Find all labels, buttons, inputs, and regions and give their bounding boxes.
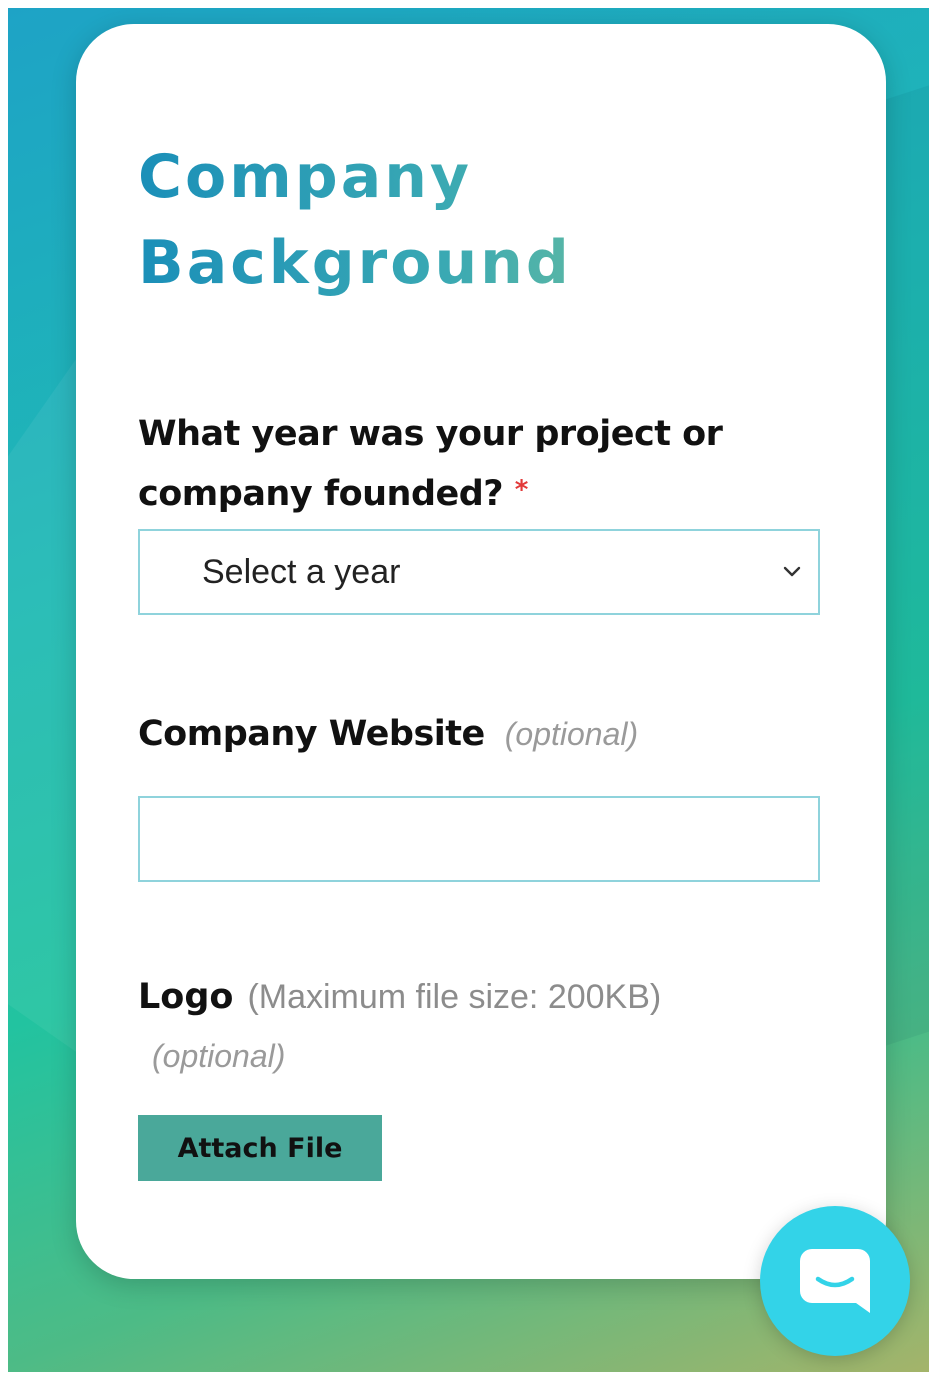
chevron-down-icon (783, 566, 801, 577)
chat-launcher-button[interactable] (760, 1206, 910, 1356)
required-marker: * (514, 475, 529, 505)
form-card: Company Background What year was your pr… (76, 24, 886, 1279)
founded-year-select-value: Select a year (202, 552, 401, 591)
logo-label: Logo (Maximum file size: 200KB) (138, 977, 661, 1017)
attach-file-button[interactable]: Attach File (138, 1115, 382, 1181)
founded-year-select[interactable]: Select a year (138, 529, 820, 615)
logo-size-hint: (Maximum file size: 200KB) (247, 978, 662, 1016)
page-title: Company Background (138, 134, 698, 306)
chat-bubble-icon (800, 1249, 870, 1313)
logo-label-text: Logo (138, 977, 234, 1017)
founded-year-label: What year was your project or company fo… (138, 404, 778, 524)
company-website-label-text: Company Website (138, 714, 485, 754)
founded-year-question: What year was your project or company fo… (138, 414, 723, 514)
logo-optional: (optional) (152, 1038, 286, 1074)
company-website-input[interactable] (138, 796, 820, 882)
company-website-optional: (optional) (504, 716, 639, 752)
company-website-label: Company Website (optional) (138, 714, 638, 754)
page-background: Company Background What year was your pr… (8, 8, 929, 1372)
